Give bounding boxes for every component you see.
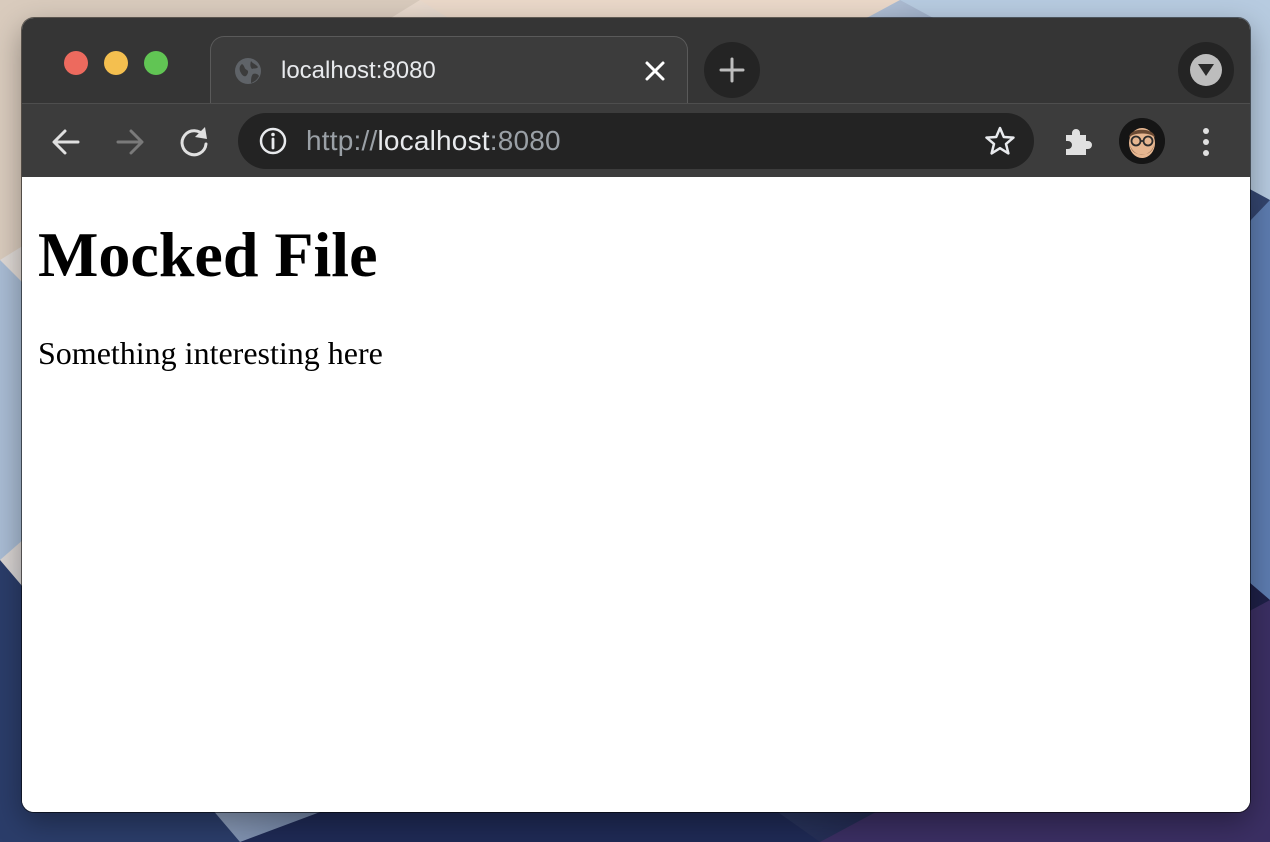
- forward-button[interactable]: [110, 122, 150, 162]
- info-icon[interactable]: [258, 126, 288, 156]
- tab-search-button[interactable]: [1178, 42, 1234, 98]
- plus-icon: [719, 57, 745, 83]
- globe-icon: [233, 56, 263, 86]
- tab-active[interactable]: localhost:8080: [210, 36, 688, 104]
- menu-button[interactable]: [1186, 122, 1226, 162]
- window-minimize-button[interactable]: [104, 51, 128, 75]
- tab-strip: localhost:8080: [22, 18, 1250, 104]
- kebab-menu-icon: [1203, 128, 1209, 156]
- puzzle-icon: [1066, 129, 1092, 155]
- reload-icon: [180, 127, 208, 157]
- new-tab-button[interactable]: [704, 42, 760, 98]
- chevron-down-icon: [1198, 64, 1214, 76]
- tab-title: localhost:8080: [281, 57, 436, 84]
- url-scheme: http://: [306, 125, 378, 156]
- tab-search-circle: [1190, 54, 1222, 86]
- extensions-button[interactable]: [1058, 122, 1098, 162]
- window-zoom-button[interactable]: [144, 51, 168, 75]
- page-paragraph: Something interesting here: [38, 335, 383, 371]
- url-host: localhost: [377, 125, 490, 156]
- reload-button[interactable]: [174, 122, 214, 162]
- window-close-button[interactable]: [64, 51, 88, 75]
- page-viewport: Mocked File Something interesting here: [22, 177, 1250, 812]
- avatar[interactable]: [1119, 118, 1165, 164]
- close-icon[interactable]: [641, 57, 669, 85]
- address-bar[interactable]: http://localhost:8080: [238, 113, 1034, 169]
- arrow-left-icon: [52, 129, 80, 155]
- profile-avatar-image: [1119, 118, 1165, 164]
- page-heading: Mocked File: [38, 219, 378, 290]
- arrow-right-icon: [116, 129, 144, 155]
- url-port: :8080: [489, 125, 561, 156]
- url-text: http://localhost:8080: [306, 123, 561, 159]
- toolbar: http://localhost:8080: [22, 103, 1250, 177]
- back-button[interactable]: [46, 122, 86, 162]
- browser-window: localhost:8080 http://localhost:8080 Moc…: [22, 18, 1250, 812]
- star-icon[interactable]: [984, 125, 1016, 157]
